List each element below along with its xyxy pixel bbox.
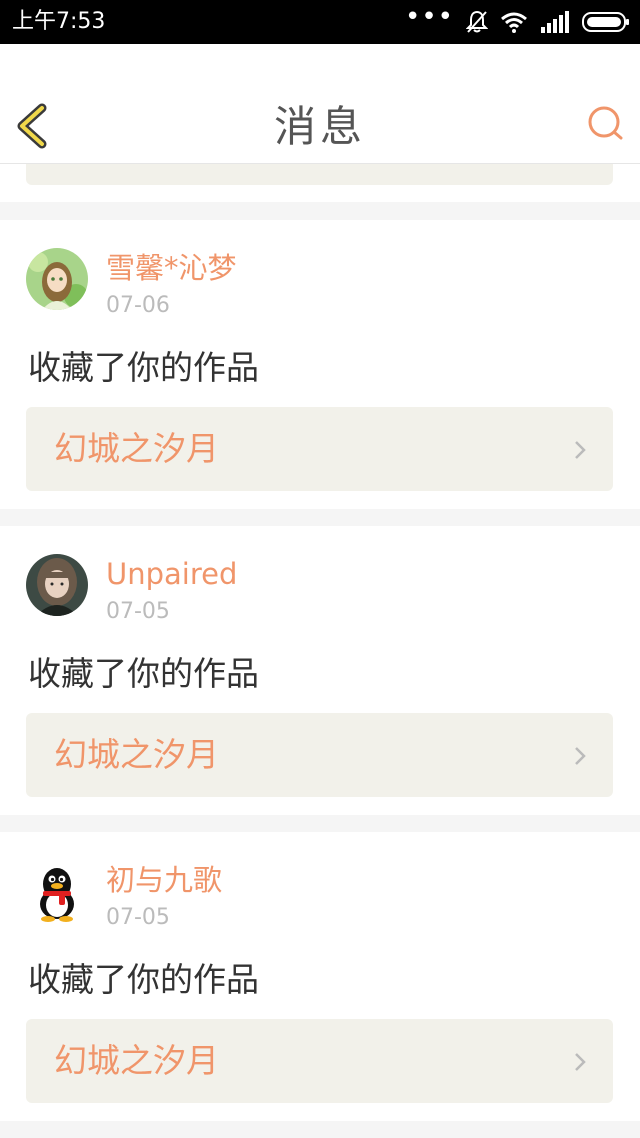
status-bar: 上午7:53 ••• [0, 0, 640, 44]
action-text: 收藏了你的作品 [28, 348, 259, 387]
chevron-right-icon [575, 1053, 586, 1071]
more-notifications-icon: ••• [404, 2, 454, 32]
header: 消息 [0, 44, 640, 164]
work-link[interactable]: 幻城之汐月 [26, 407, 613, 491]
work-title: 幻城之汐月 [54, 735, 219, 774]
username[interactable]: Unpaired [106, 556, 237, 592]
previous-card-partial [0, 164, 640, 202]
page-title: 消息 [273, 102, 366, 151]
qq-penguin-icon [26, 860, 88, 922]
status-icons: ••• [405, 4, 630, 34]
message-date: 07-06 [106, 293, 170, 318]
message-date: 07-05 [106, 905, 170, 930]
work-title: 幻城之汐月 [54, 429, 219, 468]
action-text: 收藏了你的作品 [28, 654, 259, 693]
message-date: 07-05 [106, 599, 170, 624]
avatar[interactable] [26, 860, 88, 922]
status-time: 上午7:53 [12, 9, 106, 34]
username[interactable]: 雪馨*沁梦 [106, 250, 237, 286]
work-link[interactable]: 幻城之汐月 [26, 1019, 613, 1103]
avatar[interactable] [26, 554, 88, 616]
search-icon [588, 106, 623, 140]
message-card: 雪馨*沁梦 07-06 收藏了你的作品 幻城之汐月 [0, 220, 640, 509]
avatar-photo-image [26, 554, 88, 616]
wifi-icon [501, 12, 527, 33]
previous-work-box[interactable] [26, 164, 613, 185]
message-card: 初与九歌 07-05 收藏了你的作品 幻城之汐月 [0, 832, 640, 1121]
action-text: 收藏了你的作品 [28, 960, 259, 999]
avatar-anime-girl-image [26, 248, 88, 310]
avatar[interactable] [26, 248, 88, 310]
chevron-right-icon [575, 747, 586, 765]
search-button[interactable] [586, 104, 626, 144]
bell-muted-icon [466, 10, 488, 33]
battery-icon [582, 12, 629, 32]
work-link[interactable]: 幻城之汐月 [26, 713, 613, 797]
username[interactable]: 初与九歌 [106, 862, 222, 898]
work-title: 幻城之汐月 [54, 1041, 219, 1080]
chevron-right-icon [575, 441, 586, 459]
signal-icon [541, 11, 569, 33]
message-card: Unpaired 07-05 收藏了你的作品 幻城之汐月 [0, 526, 640, 815]
